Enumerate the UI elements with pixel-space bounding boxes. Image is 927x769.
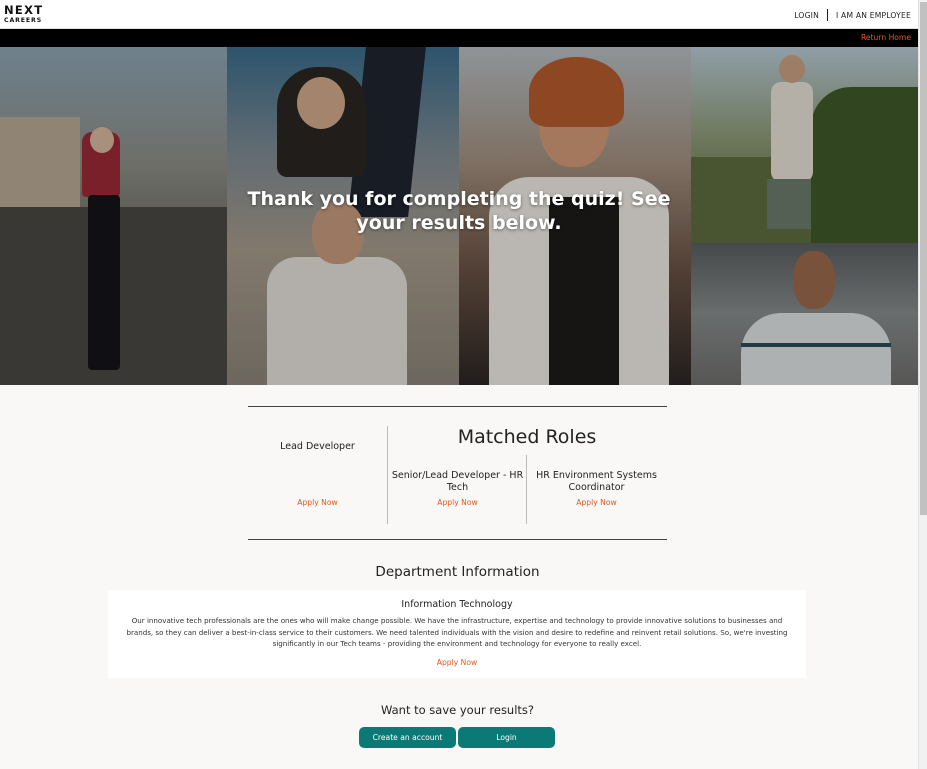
department-description: Our innovative tech professionals are th… — [126, 616, 788, 649]
login-button[interactable]: Login — [458, 727, 555, 748]
department-card: Information Technology Our innovative te… — [108, 590, 806, 678]
secondary-bar: Return Home — [0, 29, 918, 47]
apply-now-link[interactable]: Apply Now — [527, 498, 666, 507]
hero-banner: Thank you for completing the quiz! See y… — [0, 47, 918, 385]
save-results-title: Want to save your results? — [380, 703, 535, 717]
role-name: Senior/Lead Developer - HR Tech — [391, 470, 524, 493]
matched-roles-title: Matched Roles — [457, 426, 597, 448]
role-card[interactable]: HR Environment Systems Coordinator Apply… — [527, 470, 666, 520]
nav-links: LOGIN I AM AN EMPLOYEE — [794, 9, 911, 21]
next-careers-logo[interactable]: NEXT CAREERS — [4, 3, 44, 24]
login-link[interactable]: LOGIN — [794, 11, 819, 20]
divider-top — [248, 406, 667, 407]
role-name: Lead Developer — [280, 441, 355, 452]
department-title: Department Information — [375, 564, 540, 580]
logo-text-careers: CAREERS — [4, 16, 43, 24]
apply-now-link[interactable]: Apply Now — [388, 498, 527, 507]
scrollbar-thumb[interactable] — [920, 2, 927, 515]
create-account-button[interactable]: Create an account — [359, 727, 456, 748]
hero-title: Thank you for completing the quiz! See y… — [247, 188, 671, 234]
role-name: HR Environment Systems Coordinator — [536, 470, 657, 493]
role-card[interactable]: Senior/Lead Developer - HR Tech Apply No… — [388, 470, 527, 520]
department-name: Information Technology — [401, 599, 513, 610]
role-card[interactable]: Lead Developer Apply Now — [248, 441, 387, 521]
department-apply-now-link[interactable]: Apply Now — [108, 658, 806, 667]
top-navigation: NEXT CAREERS LOGIN I AM AN EMPLOYEE — [0, 0, 918, 29]
divider-bottom — [248, 539, 667, 540]
page-scrollbar[interactable] — [918, 0, 927, 769]
return-home-link[interactable]: Return Home — [861, 33, 911, 42]
employee-link[interactable]: I AM AN EMPLOYEE — [836, 11, 911, 20]
nav-divider — [827, 9, 828, 21]
apply-now-link[interactable]: Apply Now — [248, 498, 387, 507]
logo-text-next: NEXT — [4, 3, 44, 17]
